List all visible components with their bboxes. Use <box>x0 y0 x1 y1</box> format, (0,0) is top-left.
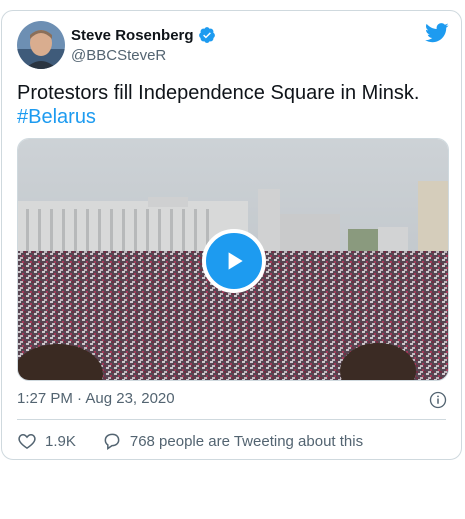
author-name-row[interactable]: Steve Rosenberg <box>71 26 216 44</box>
like-count: 1.9K <box>45 432 76 450</box>
tweet-body: Protestors fill Independence Square in M… <box>17 82 420 104</box>
speech-bubble-icon <box>104 433 120 450</box>
info-icon[interactable] <box>429 391 447 409</box>
video-thumbnail[interactable] <box>17 138 449 381</box>
tweet-text: Protestors fill Independence Square in M… <box>17 81 457 129</box>
author-handle[interactable]: @BBCSteveR <box>71 47 166 64</box>
twitter-bird-icon[interactable] <box>425 23 449 43</box>
hashtag-link[interactable]: #Belarus <box>17 106 96 128</box>
tweet-actions: 1.9K 768 people are Tweeting about this <box>17 431 363 451</box>
author-name[interactable]: Steve Rosenberg <box>71 27 194 44</box>
tweeting-about-text: 768 people are Tweeting about this <box>129 432 364 450</box>
heart-icon <box>18 433 36 449</box>
avatar[interactable] <box>17 21 65 69</box>
verified-badge-icon <box>198 27 215 43</box>
tweeting-about-link[interactable]: 768 people are Tweeting about this <box>102 431 363 451</box>
like-button[interactable]: 1.9K <box>17 431 76 451</box>
tweet-card[interactable]: Steve Rosenberg @BBCSteveR Protestors fi… <box>1 10 462 460</box>
play-button[interactable] <box>202 229 266 293</box>
timestamp[interactable]: 1:27 PM · Aug 23, 2020 <box>17 390 175 407</box>
play-icon <box>228 252 243 270</box>
divider <box>17 419 446 420</box>
